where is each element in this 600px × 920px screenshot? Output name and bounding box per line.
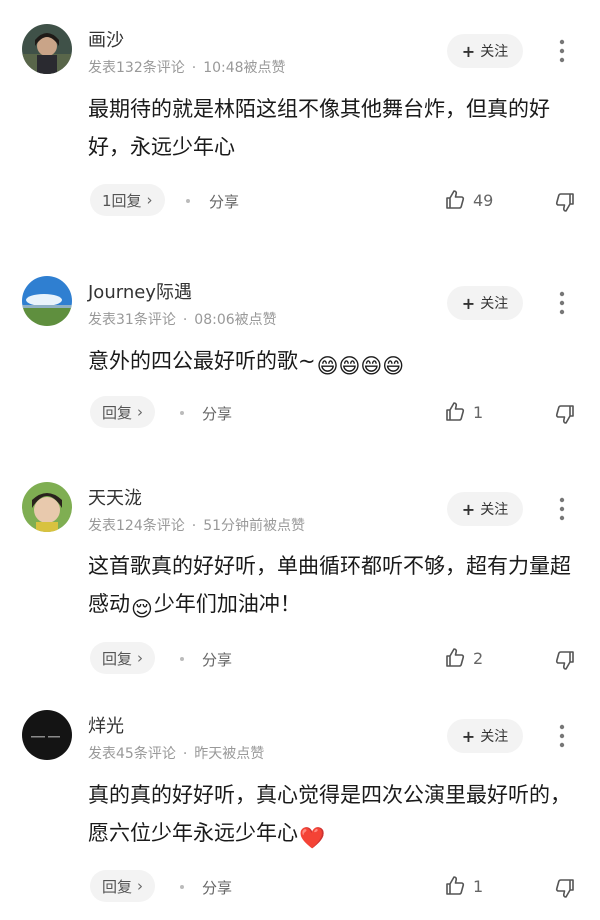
user-meta: 发表124条评论 · 51分钟前被点赞 <box>88 518 306 534</box>
reply-button[interactable]: 回复 › <box>90 396 156 428</box>
comment-count: 发表45条评论 <box>88 746 176 762</box>
follow-button[interactable]: + 关注 <box>447 719 523 753</box>
thumbs-up-icon <box>446 648 465 667</box>
avatar[interactable] <box>22 276 72 326</box>
liked-time: 10:48被点赞 <box>203 60 286 76</box>
plus-icon: + <box>461 499 476 519</box>
username[interactable]: 画沙 <box>88 26 124 52</box>
plus-icon: + <box>461 293 476 313</box>
thumbs-up-icon <box>446 402 465 421</box>
thumbs-down-icon[interactable] <box>553 648 577 676</box>
thumbs-down-icon[interactable] <box>553 402 577 430</box>
chevron-right-icon: › <box>137 649 144 667</box>
thumbs-up-icon <box>446 876 465 895</box>
like-count: 1 <box>473 876 484 896</box>
like-count: 1 <box>473 402 484 422</box>
more-options-icon[interactable] <box>552 723 572 749</box>
avatar[interactable] <box>22 710 72 760</box>
thumbs-up-icon <box>446 190 465 209</box>
avatar[interactable] <box>22 482 72 532</box>
separator-dot <box>180 657 184 661</box>
user-meta: 发表45条评论 · 昨天被点赞 <box>88 746 265 762</box>
avatar[interactable] <box>22 24 72 74</box>
comment-text: 这首歌真的好好听，单曲循环都听不够，超有力量超感动😌少年们加油冲！ <box>88 547 588 628</box>
user-meta: 发表132条评论 · 10:48被点赞 <box>88 60 286 76</box>
reply-button[interactable]: 回复 › <box>90 870 156 902</box>
reply-button[interactable]: 回复 › <box>90 642 156 674</box>
chevron-right-icon: › <box>137 877 144 895</box>
follow-button[interactable]: + 关注 <box>447 286 523 320</box>
thumbs-down-icon[interactable] <box>553 190 577 218</box>
like-button[interactable]: 49 <box>443 188 493 212</box>
comment-text: 意外的四公最好听的歌~😄😄😄😄 <box>88 342 588 385</box>
relieved-emoji-icon: 😌 <box>131 597 153 621</box>
username[interactable]: Journey际遇 <box>88 278 192 304</box>
plus-icon: + <box>461 41 476 61</box>
thumbs-down-icon[interactable] <box>553 876 577 904</box>
more-options-icon[interactable] <box>552 496 572 522</box>
red-heart-emoji-icon: ❤️ <box>299 826 326 850</box>
more-options-icon[interactable] <box>552 290 572 316</box>
username[interactable]: 天天泷 <box>88 484 142 510</box>
follow-button[interactable]: + 关注 <box>447 492 523 526</box>
username[interactable]: 烊光 <box>88 712 124 738</box>
like-button[interactable]: 1 <box>443 400 483 424</box>
like-count: 2 <box>473 648 484 668</box>
share-button[interactable]: 分享 <box>202 877 232 898</box>
liked-time: 51分钟前被点赞 <box>203 518 306 534</box>
like-button[interactable]: 2 <box>443 646 483 670</box>
liked-time: 昨天被点赞 <box>194 746 265 762</box>
separator-dot <box>186 199 190 203</box>
comment-count: 发表124条评论 <box>88 518 185 534</box>
liked-time: 08:06被点赞 <box>194 312 277 328</box>
share-button[interactable]: 分享 <box>202 403 232 424</box>
user-meta: 发表31条评论 · 08:06被点赞 <box>88 312 277 328</box>
plus-icon: + <box>461 726 476 746</box>
like-button[interactable]: 1 <box>443 874 483 898</box>
like-count: 49 <box>473 190 494 210</box>
separator-dot <box>180 885 184 889</box>
share-button[interactable]: 分享 <box>202 649 232 670</box>
more-options-icon[interactable] <box>552 38 572 64</box>
comment-count: 发表132条评论 <box>88 60 185 76</box>
comment-text: 真的真的好好听，真心觉得是四次公演里最好听的，愿六位少年永远少年心❤️ <box>88 776 588 857</box>
share-button[interactable]: 分享 <box>209 191 239 212</box>
follow-button[interactable]: + 关注 <box>447 34 523 68</box>
chevron-right-icon: › <box>146 191 153 209</box>
grinning-emoji-icon: 😄😄😄😄 <box>316 354 405 378</box>
separator-dot <box>180 411 184 415</box>
chevron-right-icon: › <box>137 403 144 421</box>
reply-button[interactable]: 1回复 › <box>90 184 165 216</box>
comment-text: 最期待的就是林陌这组不像其他舞台炸，但真的好好，永远少年心 <box>88 97 550 159</box>
comment-count: 发表31条评论 <box>88 312 176 328</box>
